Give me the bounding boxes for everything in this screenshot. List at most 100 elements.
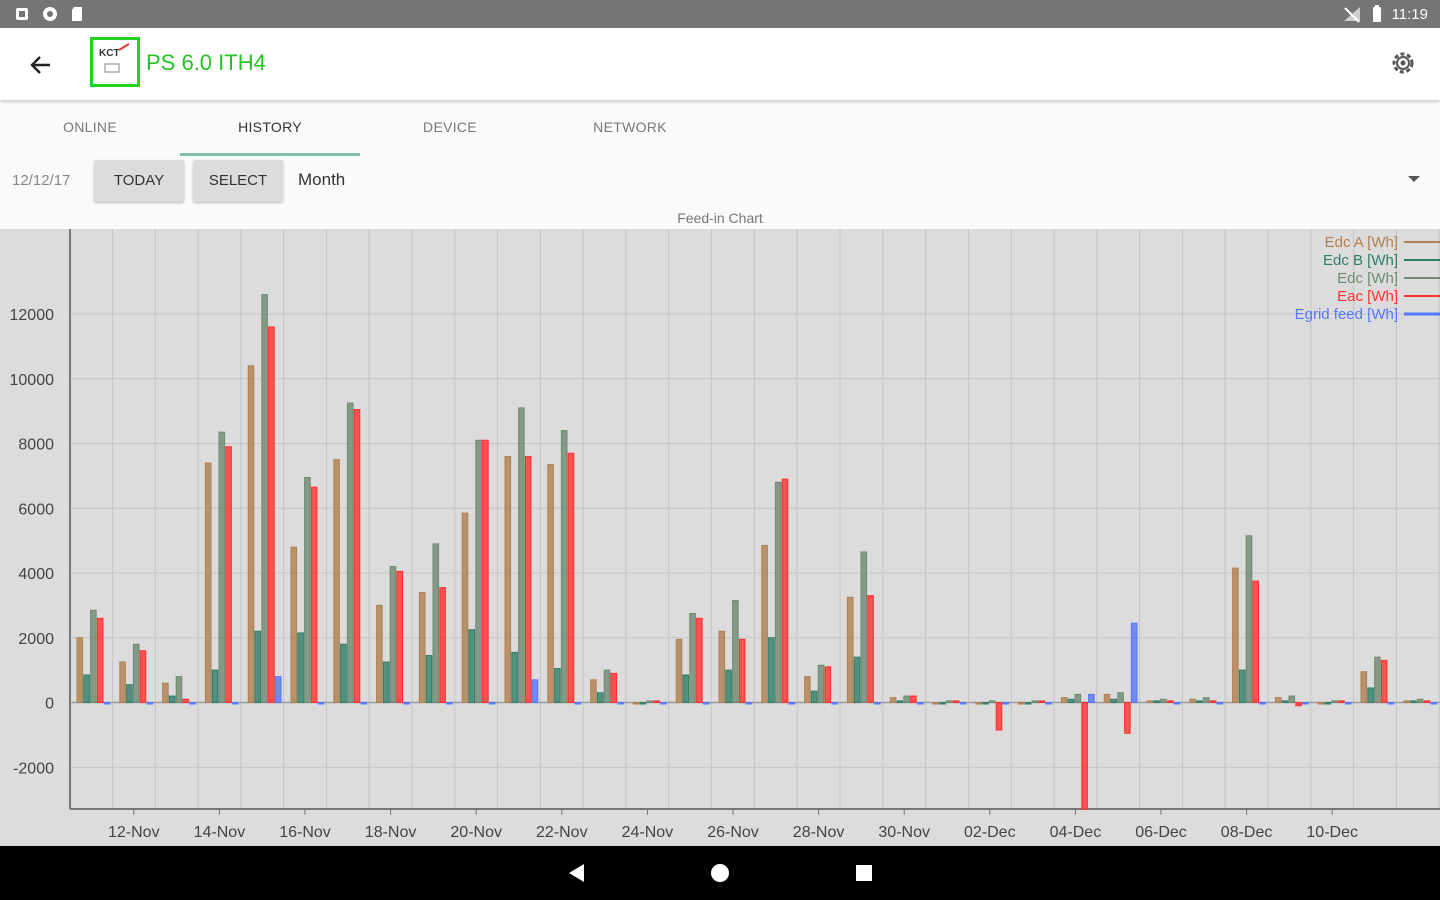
chart-bar: [788, 702, 796, 705]
chart-bar: [952, 700, 960, 704]
tab-history[interactable]: HISTORY: [180, 100, 360, 156]
chart-bar: [297, 632, 304, 703]
chart-bar: [745, 702, 753, 705]
chart-bar: [995, 702, 1003, 731]
gear-icon[interactable]: [1388, 48, 1418, 78]
chart-bar: [132, 643, 140, 704]
chart-bar: [1344, 702, 1352, 705]
chart-bar: [425, 655, 433, 703]
chart-bar: [817, 664, 825, 703]
signal-icon: [1343, 7, 1360, 23]
nav-home-icon[interactable]: [705, 858, 735, 888]
chart-bar: [1081, 702, 1088, 810]
kct-logo-icon: KCT: [99, 43, 130, 73]
x-tick-label: 22-Nov: [536, 824, 588, 841]
chart-bar: [689, 612, 696, 703]
chart-bar: [1288, 695, 1296, 703]
chart-bar: [396, 570, 404, 703]
chart-bar: [461, 512, 469, 704]
chart-bar: [432, 543, 440, 703]
chart-bar: [119, 661, 126, 703]
chart-bar: [168, 695, 176, 703]
back-arrow-icon[interactable]: [24, 48, 58, 82]
chart-bar: [547, 464, 554, 703]
y-tick-label: 2000: [18, 631, 54, 648]
y-tick-label: 10000: [10, 372, 55, 389]
history-toolbar: 12/12/17 TODAY SELECT Month: [0, 158, 1440, 204]
chart-bar: [268, 326, 275, 703]
chart-bar: [360, 702, 368, 705]
x-tick-label: 04-Dec: [1050, 824, 1102, 841]
chart-bar: [1423, 700, 1431, 704]
chart-bar: [211, 669, 219, 703]
chart-bar: [675, 638, 683, 703]
nav-back-icon[interactable]: [562, 858, 592, 888]
chart-bar: [468, 629, 476, 703]
chart-bar: [1088, 693, 1095, 703]
chart-bar: [103, 702, 111, 705]
chart-bar: [975, 702, 982, 705]
chart-bar: [1360, 671, 1368, 703]
chart-bar: [653, 700, 660, 704]
chart-bar: [567, 452, 575, 703]
chart-bar: [1216, 702, 1224, 705]
tab-device[interactable]: DEVICE: [360, 100, 540, 154]
tab-network[interactable]: NETWORK: [540, 100, 720, 154]
chart-bar: [946, 700, 953, 704]
tab-bar: ONLINE HISTORY DEVICE NETWORK: [0, 100, 1440, 156]
chart-bar: [1024, 702, 1032, 705]
y-tick-label: 4000: [18, 566, 54, 583]
chart-bar: [1338, 700, 1345, 704]
chart-bar: [403, 702, 410, 705]
legend-label: Egrid feed [Wh]: [1295, 306, 1398, 323]
current-date: 12/12/17: [12, 172, 71, 189]
tab-online[interactable]: ONLINE: [0, 100, 180, 154]
select-button[interactable]: SELECT: [193, 160, 283, 202]
chart-bar: [639, 702, 647, 705]
tab-indicator: [180, 153, 360, 156]
chart-bar: [340, 643, 347, 704]
x-tick-label: 10-Dec: [1306, 824, 1358, 841]
chart-bar: [1324, 702, 1332, 705]
chart-bar: [126, 684, 133, 704]
chart-bar: [1060, 697, 1068, 703]
chart-bar: [139, 650, 147, 704]
chart-bar: [682, 674, 690, 704]
x-tick-label: 12-Nov: [108, 824, 160, 841]
chart-bar: [1146, 700, 1154, 704]
sd-card-icon: [72, 7, 82, 21]
legend-label: Eac [Wh]: [1337, 288, 1398, 305]
chart-bar: [774, 481, 782, 703]
chart-bar: [290, 546, 298, 703]
chart-bar: [1038, 700, 1046, 704]
chart-bar: [846, 596, 854, 703]
tab-device-label: DEVICE: [423, 119, 477, 135]
chart-bar: [610, 672, 618, 703]
nav-recents-icon[interactable]: [849, 858, 879, 888]
chart-bar: [1232, 567, 1239, 703]
clock: 11:19: [1391, 5, 1428, 23]
chart-bar: [254, 630, 262, 703]
chart-bar: [1374, 656, 1381, 703]
today-button[interactable]: TODAY: [94, 160, 184, 202]
chart-bar: [696, 617, 703, 704]
period-select[interactable]: Month: [298, 170, 345, 190]
chart-bar: [389, 566, 397, 703]
chart-bar: [96, 617, 104, 704]
chart-bar: [1387, 702, 1395, 705]
chart-bar: [1196, 700, 1203, 704]
chart-bar: [83, 674, 90, 704]
dropdown-arrow-icon[interactable]: [1408, 176, 1420, 182]
chart-bar: [1410, 700, 1417, 704]
x-tick-label: 08-Dec: [1221, 824, 1273, 841]
chart-bar: [596, 692, 604, 704]
x-tick-label: 16-Nov: [279, 824, 331, 841]
chart-bar: [1209, 700, 1217, 704]
chart-bar: [903, 695, 910, 703]
chart-bar: [988, 700, 996, 704]
chart-bar: [1124, 702, 1131, 734]
chart-bar: [446, 702, 453, 705]
chart-bar: [189, 702, 196, 705]
chart-bar: [1173, 702, 1181, 705]
chart-bar: [560, 430, 568, 704]
